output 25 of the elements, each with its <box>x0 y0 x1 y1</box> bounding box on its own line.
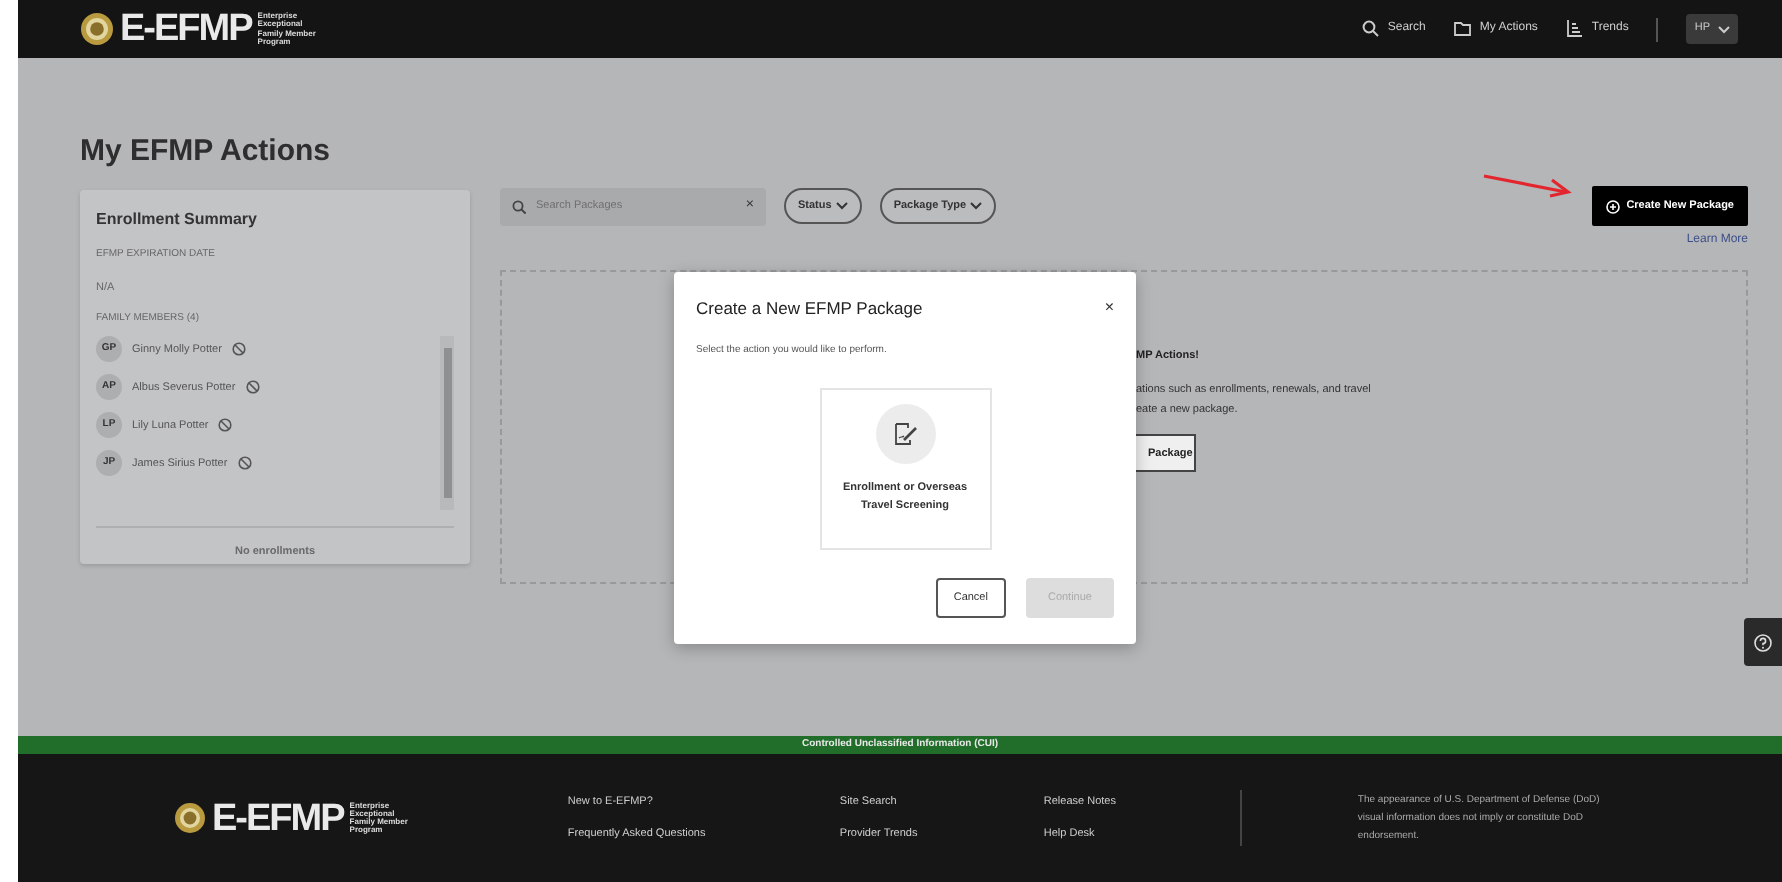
help-button[interactable] <box>1744 618 1782 666</box>
caret-icon <box>835 202 848 210</box>
page-title: My EFMP Actions <box>80 136 333 166</box>
logo-text: E-EFMP <box>212 799 344 837</box>
help-icon <box>1754 633 1772 651</box>
modal-title: Create a New EFMP Package <box>696 296 923 322</box>
blocked-icon <box>218 418 233 433</box>
caret-icon <box>970 202 983 210</box>
scrollbar[interactable] <box>440 336 454 511</box>
blocked-icon <box>231 342 246 357</box>
search-icon <box>512 199 526 213</box>
close-button[interactable]: × <box>1104 300 1114 317</box>
caret-icon <box>1718 25 1730 33</box>
seal-icon <box>80 12 114 46</box>
card-title: Enrollment Summary <box>96 208 259 232</box>
folder-icon <box>1453 20 1472 38</box>
blocked-icon <box>237 456 252 471</box>
blocked-icon <box>245 380 260 395</box>
search-icon <box>1361 20 1380 38</box>
plus-circle-icon <box>1606 199 1621 213</box>
chart-icon <box>1565 20 1584 38</box>
seal-icon <box>174 802 206 834</box>
annotation-arrow <box>1483 174 1572 198</box>
document-edit-icon <box>893 422 917 447</box>
logo-text: E-EFMP <box>120 10 252 48</box>
